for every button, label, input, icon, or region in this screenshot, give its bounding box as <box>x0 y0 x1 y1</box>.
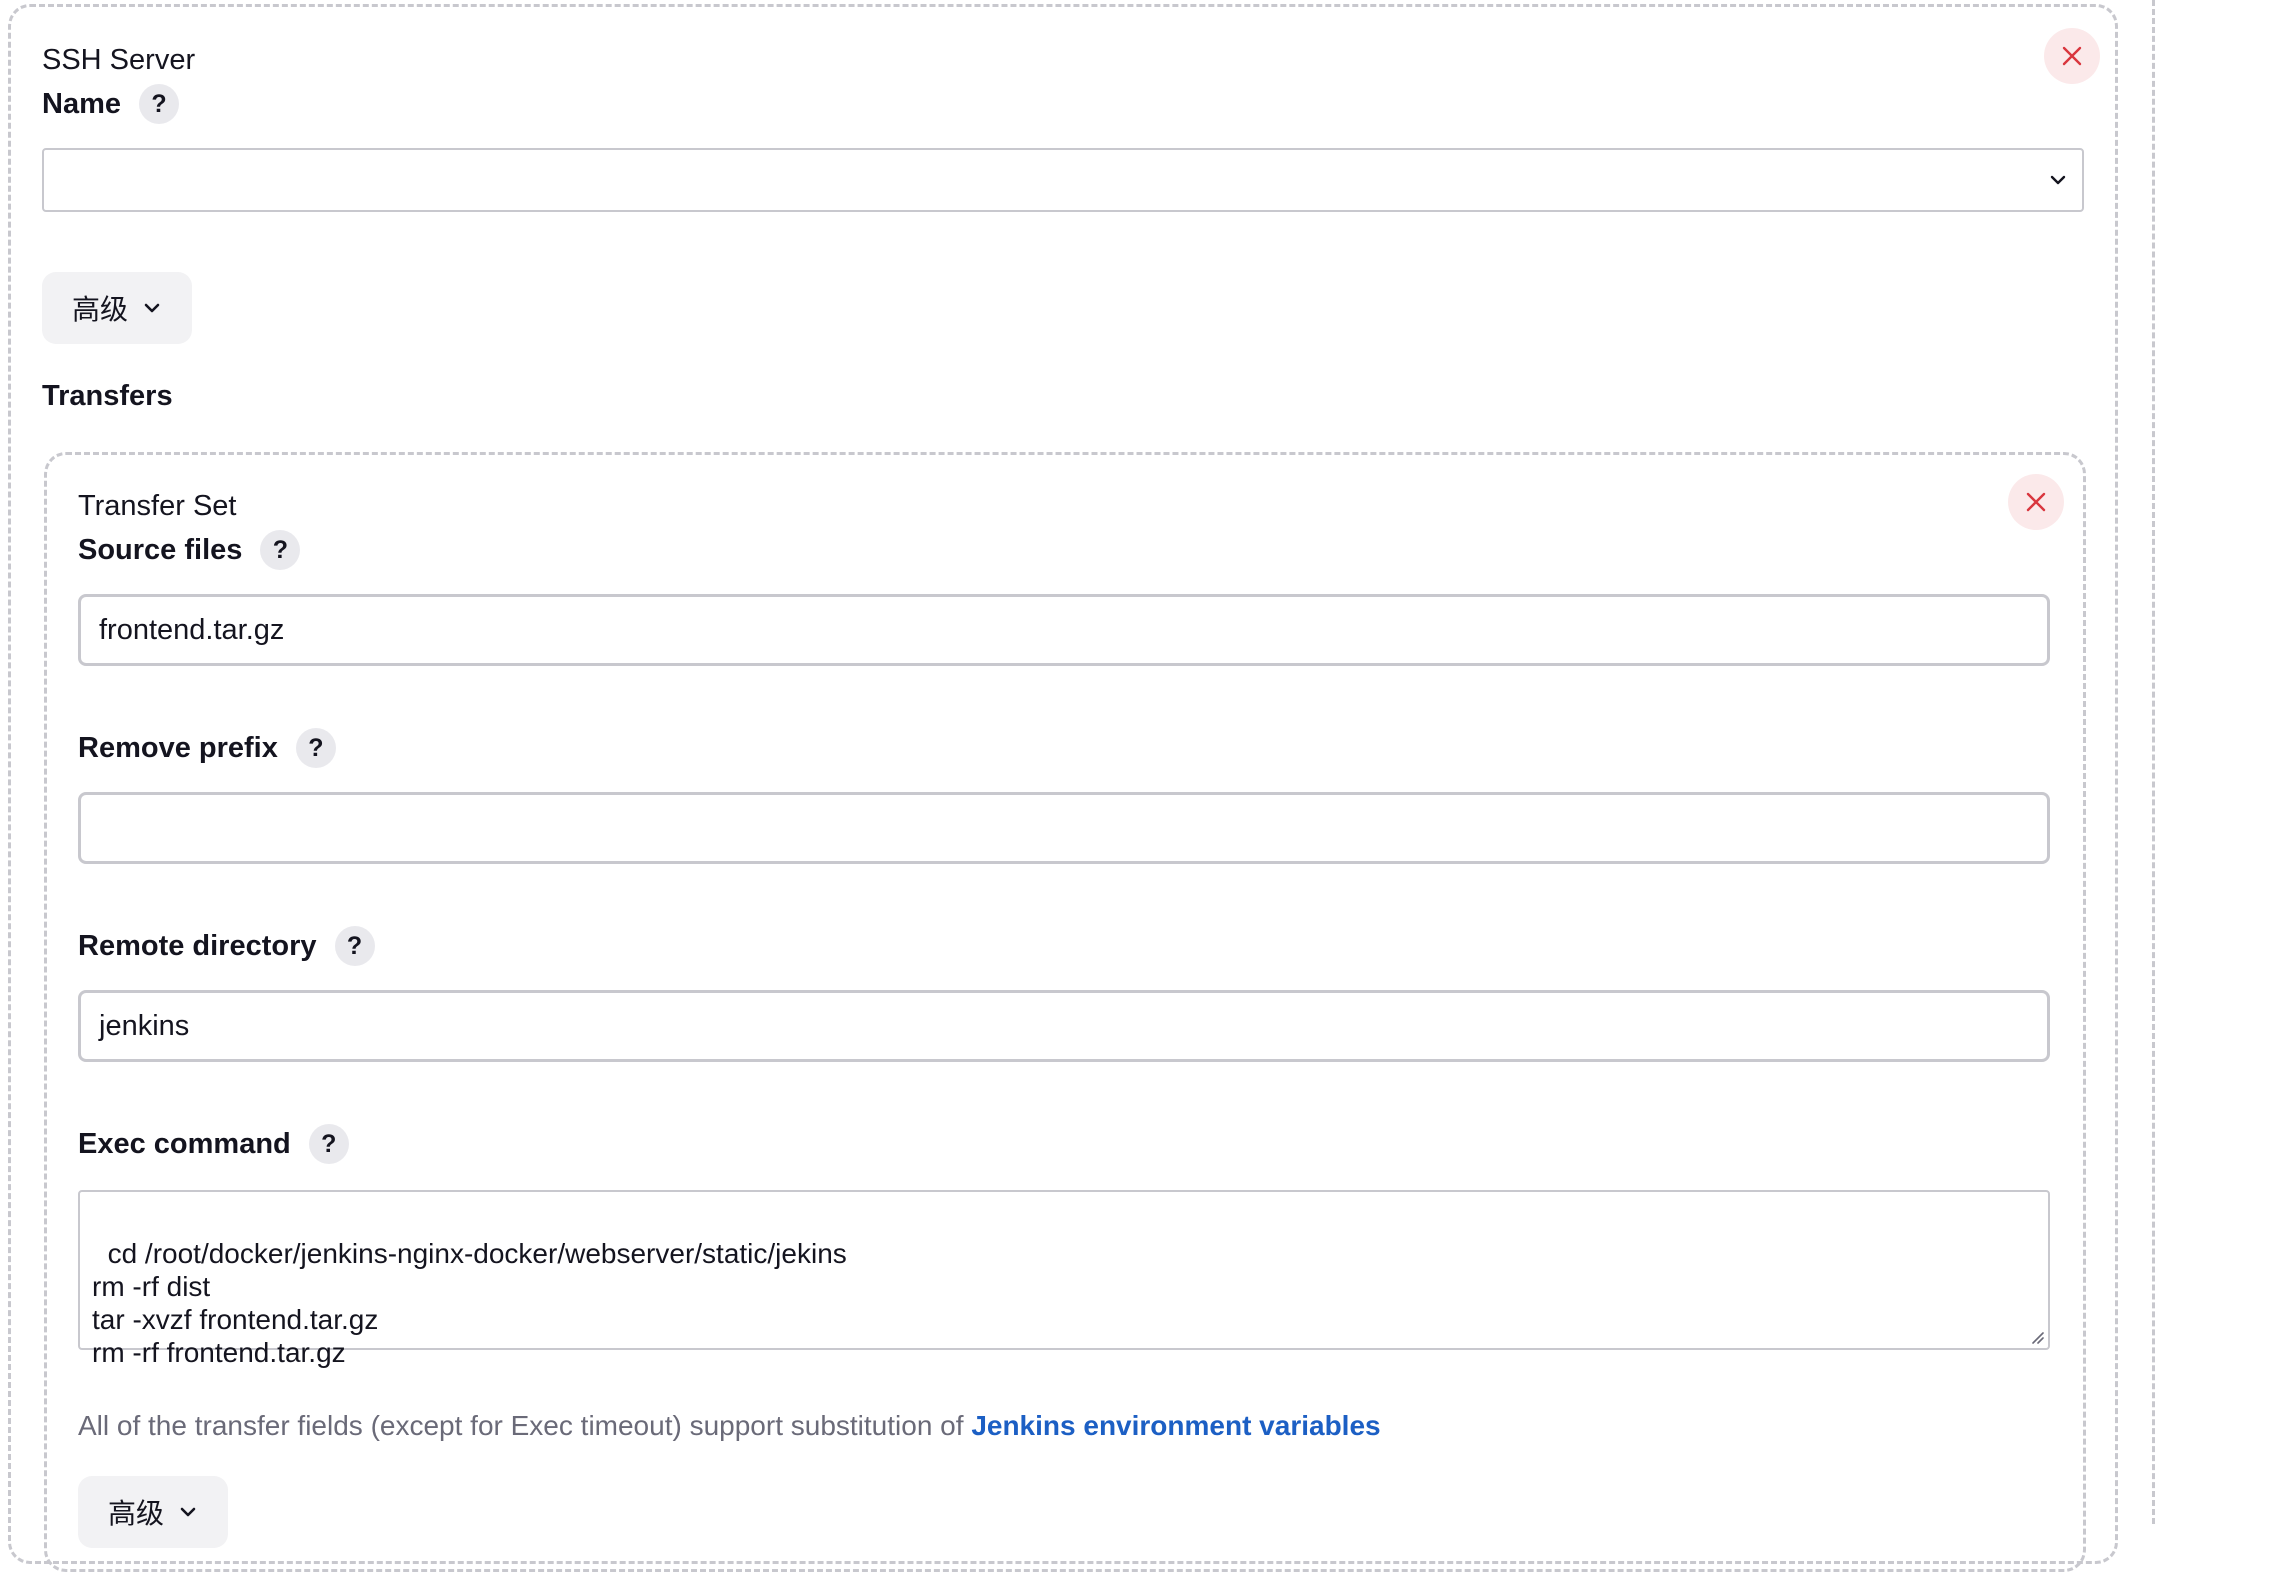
outer-dashed-edge <box>2152 0 2155 1524</box>
remove-prefix-input[interactable] <box>78 792 2050 864</box>
name-help-icon[interactable]: ? <box>139 84 179 124</box>
chevron-down-icon <box>180 1507 196 1517</box>
close-icon <box>2026 492 2046 512</box>
remote-directory-value: jenkins <box>99 1009 190 1042</box>
exec-command-textarea[interactable]: cd /root/docker/jenkins-nginx-docker/web… <box>78 1190 2050 1368</box>
source-files-value: frontend.tar.gz <box>99 613 285 646</box>
chevron-down-icon <box>2050 175 2066 185</box>
chevron-down-icon <box>144 303 160 313</box>
source-files-input[interactable]: frontend.tar.gz <box>78 594 2050 666</box>
transfers-label: Transfers <box>42 380 173 412</box>
exec-command-label-row: Exec command ? <box>78 1124 349 1164</box>
remove-prefix-label: Remove prefix <box>78 731 278 764</box>
remote-directory-input[interactable]: jenkins <box>78 990 2050 1062</box>
name-label-row: Name ? <box>42 84 179 124</box>
remote-directory-label-row: Remote directory ? <box>78 926 375 966</box>
advanced-label: 高级 <box>71 293 128 326</box>
source-files-label-row: Source files ? <box>78 530 301 570</box>
substitution-hint: All of the transfer fields (except for E… <box>78 1410 1381 1442</box>
resize-handle-icon[interactable] <box>2028 1328 2044 1344</box>
source-files-label: Source files <box>78 533 243 566</box>
ssh-server-delete-button[interactable] <box>2044 28 2100 84</box>
name-label: Name <box>42 87 121 120</box>
exec-command-label: Exec command <box>78 1127 291 1160</box>
name-select[interactable] <box>42 148 2084 212</box>
close-icon <box>2062 46 2082 66</box>
ssh-server-advanced-button[interactable]: 高级 <box>42 272 192 344</box>
remove-prefix-help-icon[interactable]: ? <box>295 728 336 768</box>
hint-text: All of the transfer fields (except for E… <box>78 1410 972 1441</box>
source-files-help-icon[interactable]: ? <box>260 530 301 570</box>
ssh-server-title: SSH Server <box>42 44 196 76</box>
exec-command-help-icon[interactable]: ? <box>308 1124 349 1164</box>
env-variables-link[interactable]: Jenkins environment variables <box>971 1410 1380 1441</box>
advanced-label: 高级 <box>107 1497 164 1530</box>
remote-directory-label: Remote directory <box>78 929 317 962</box>
remove-prefix-label-row: Remove prefix ? <box>78 728 336 768</box>
transfer-set-delete-button[interactable] <box>2008 474 2064 530</box>
remote-directory-help-icon[interactable]: ? <box>334 926 375 966</box>
transfer-set-advanced-button[interactable]: 高级 <box>78 1476 228 1548</box>
transfer-set-title: Transfer Set <box>78 490 237 522</box>
exec-command-value: cd /root/docker/jenkins-nginx-docker/web… <box>92 1238 847 1368</box>
transfers-heading: Transfers <box>42 380 173 413</box>
